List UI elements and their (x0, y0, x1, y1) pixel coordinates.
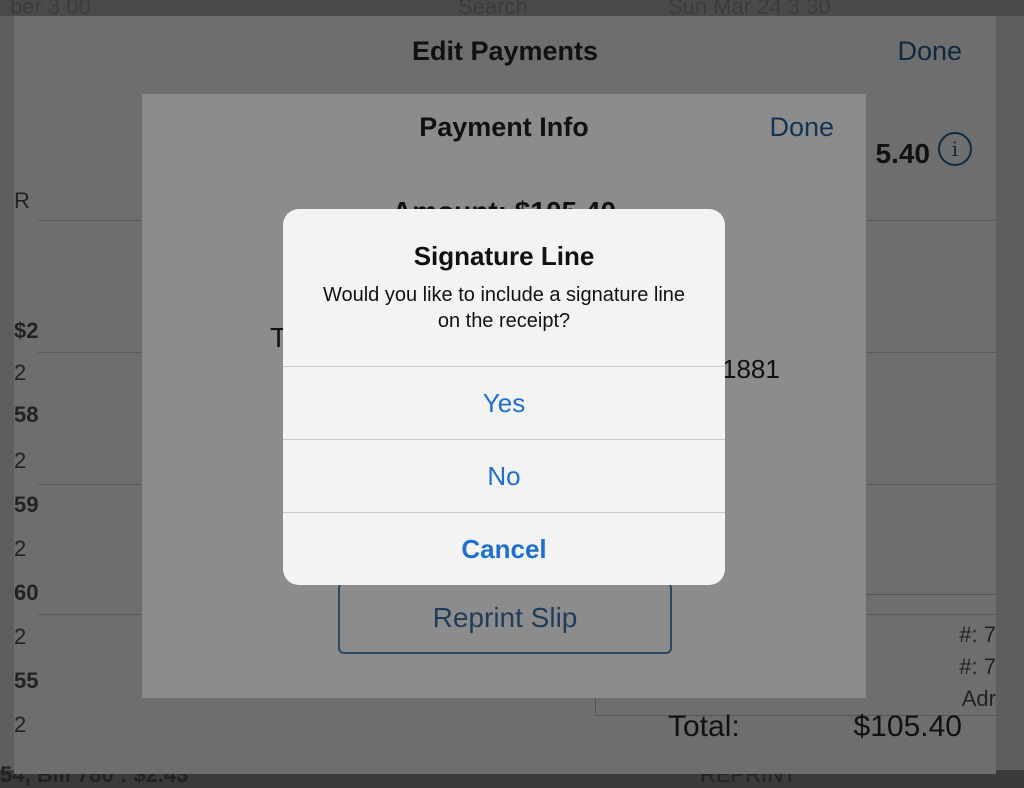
edit-side-char: R (14, 188, 30, 213)
alert-title: Signature Line (413, 241, 595, 271)
payment-info-done-button[interactable]: Done (769, 112, 834, 143)
info-icon[interactable]: i (938, 132, 972, 166)
total-label: Total: (668, 710, 740, 743)
edit-left-char: 2 (14, 448, 27, 473)
edit-left-char: 58 (14, 402, 39, 427)
edit-left-char: 2 (14, 360, 27, 385)
edit-right-note: #: 7 (959, 654, 996, 679)
edit-payments-title: Edit Payments (411, 36, 599, 66)
signature-line-alert: Signature Line Would you like to include… (283, 209, 725, 585)
edit-left-char: 2 (14, 536, 27, 561)
edit-right-note: Adr (961, 686, 996, 711)
total-value: $105.40 (853, 710, 962, 743)
background-top-bar: ber 3 00 Search Sun Mar 24 3 30 (0, 0, 1024, 19)
payment-info-title: Payment Info (419, 112, 589, 142)
reprint-slip-label: Reprint Slip (432, 602, 578, 633)
edit-right-note: #: 7 (959, 622, 996, 647)
alert-message: Would you like to include a signature li… (322, 284, 686, 332)
edit-left-char: 2 (14, 712, 27, 737)
edit-payments-done-button[interactable]: Done (897, 36, 962, 67)
card-number-suffix: 1881 (722, 354, 780, 384)
edit-left-char: 2 (14, 624, 27, 649)
edit-left-char: 59 (14, 492, 39, 517)
cancel-button[interactable]: Cancel (283, 513, 725, 585)
edit-left-char: 55 (14, 668, 39, 693)
reprint-slip-button[interactable]: Reprint Slip (338, 582, 672, 654)
edit-left-char: 60 (14, 580, 39, 605)
yes-button[interactable]: Yes (283, 367, 725, 439)
edit-left-char: $2 (14, 318, 39, 343)
edit-payments-amount: 5.40 (875, 138, 931, 169)
no-button[interactable]: No (283, 440, 725, 512)
